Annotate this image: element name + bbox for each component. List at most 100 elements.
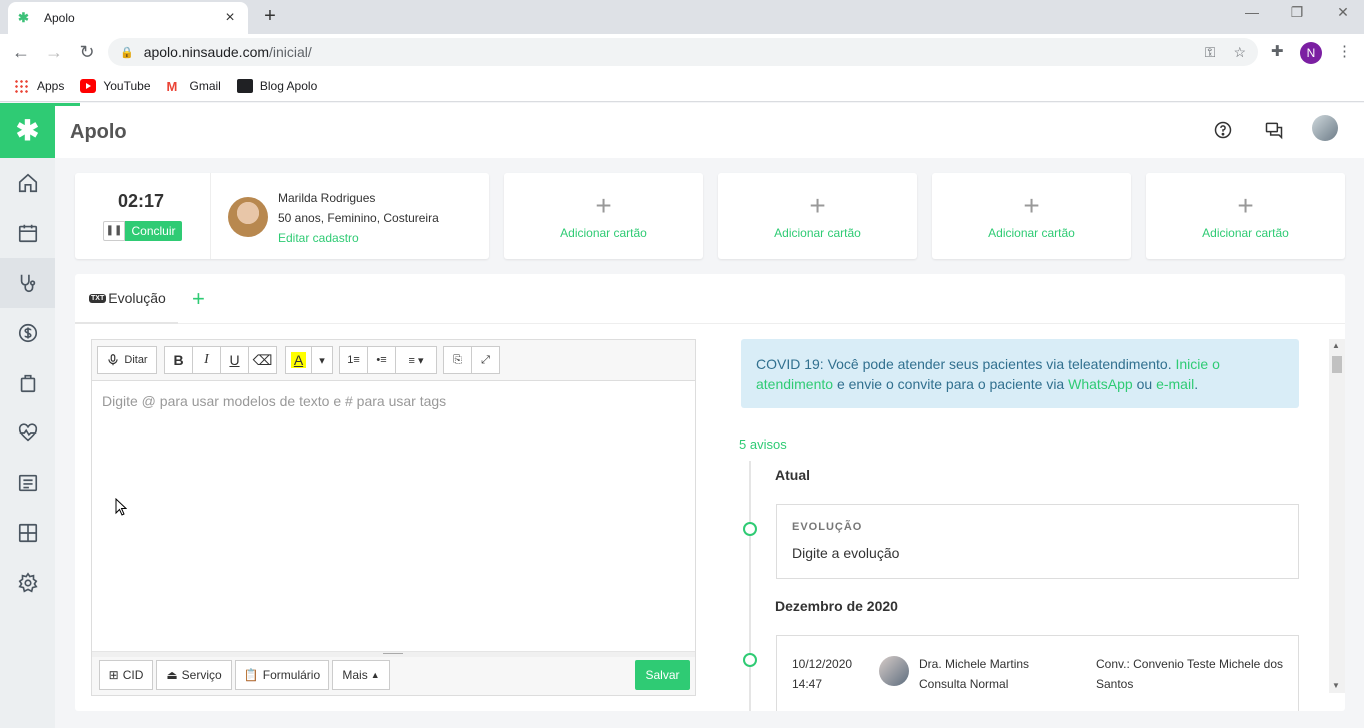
bookmark-apps[interactable]: Apps bbox=[14, 78, 65, 93]
url-host: apolo.ninsaude.com bbox=[143, 44, 270, 60]
scroll-up-icon[interactable]: ▲ bbox=[1332, 341, 1340, 350]
extensions-icon[interactable]: ✚ bbox=[1271, 42, 1284, 60]
gear-icon bbox=[17, 572, 38, 593]
align-button[interactable]: ≡ ▾ bbox=[395, 346, 437, 374]
bookmark-label: Gmail bbox=[189, 78, 221, 93]
browser-tabbar: ✱ Apolo × + — ❐ ✕ bbox=[0, 0, 1364, 34]
menu-icon[interactable]: ⋮ bbox=[1337, 42, 1352, 60]
minimize-icon[interactable]: — bbox=[1238, 4, 1266, 20]
app-title: Apolo bbox=[70, 121, 127, 143]
eraser-button[interactable]: ⌫ bbox=[248, 346, 277, 374]
edit-patient-link[interactable]: Editar cadastro bbox=[278, 231, 359, 245]
bold-button[interactable]: B bbox=[164, 346, 193, 374]
scrollbar[interactable]: ▲ ▼ bbox=[1329, 339, 1345, 693]
scroll-thumb[interactable] bbox=[1332, 356, 1342, 373]
bookmark-label: Apps bbox=[37, 78, 65, 93]
add-card-4[interactable]: + Adicionar cartão bbox=[1146, 173, 1345, 259]
add-card-3[interactable]: + Adicionar cartão bbox=[932, 173, 1131, 259]
close-window-icon[interactable]: ✕ bbox=[1329, 4, 1357, 21]
nav-settings[interactable] bbox=[0, 558, 55, 608]
nav-calendar[interactable] bbox=[0, 208, 55, 258]
form-button[interactable]: 📋 Formulário bbox=[235, 660, 329, 690]
notice-text: COVID 19: Você pode atender seus pacient… bbox=[756, 356, 1172, 372]
ordered-list-button[interactable]: 1≡ bbox=[339, 346, 368, 374]
add-card-1[interactable]: + Adicionar cartão bbox=[504, 173, 703, 259]
app-sidebar: ✱ bbox=[0, 103, 55, 728]
record-time: 14:47 bbox=[792, 677, 823, 691]
microphone-icon bbox=[108, 354, 119, 366]
underline-icon: U bbox=[229, 352, 240, 368]
highlight-icon: A bbox=[290, 352, 307, 368]
service-button[interactable]: ⏏ Serviço bbox=[156, 660, 232, 690]
editor-text-area[interactable]: Digite @ para usar modelos de texto e # … bbox=[92, 381, 695, 651]
nav-attendance[interactable] bbox=[0, 258, 55, 308]
record-date: 10/12/2020 14:47 bbox=[792, 654, 852, 694]
user-avatar[interactable] bbox=[1312, 115, 1338, 141]
back-icon[interactable]: ← bbox=[9, 40, 33, 64]
txt-icon: TXT bbox=[89, 293, 107, 303]
timeline-dot bbox=[743, 653, 757, 667]
timeline-current-heading: Atual bbox=[775, 467, 810, 483]
whatsapp-link[interactable]: WhatsApp bbox=[1068, 376, 1133, 392]
bookmark-label: YouTube bbox=[103, 78, 151, 93]
email-link[interactable]: e-mail bbox=[1156, 376, 1194, 392]
apolo-logo-icon[interactable]: ✱ bbox=[0, 103, 55, 158]
save-button[interactable]: Salvar bbox=[635, 660, 690, 690]
key-icon[interactable]: ⚿ bbox=[1205, 44, 1216, 61]
evolution-label: EVOLUÇÃO bbox=[792, 521, 863, 533]
add-card-2[interactable]: + Adicionar cartão bbox=[718, 173, 917, 259]
nav-stock[interactable] bbox=[0, 358, 55, 408]
evolution-entry-card[interactable]: EVOLUÇÃO Digite a evolução bbox=[776, 504, 1299, 579]
more-button[interactable]: Mais ▲ bbox=[332, 660, 390, 690]
fullscreen-button[interactable]: ⤢ bbox=[471, 346, 500, 374]
nav-dashboard[interactable] bbox=[0, 508, 55, 558]
forward-icon[interactable]: → bbox=[42, 40, 66, 64]
bookmark-blog-apolo[interactable]: Blog Apolo bbox=[236, 78, 317, 93]
underline-button[interactable]: U bbox=[220, 346, 249, 374]
chat-icon[interactable] bbox=[1261, 117, 1287, 143]
add-tab-button[interactable]: + bbox=[192, 286, 205, 312]
record-card[interactable]: 10/12/2020 14:47 Dra. Michele Martins Cons… bbox=[776, 635, 1299, 711]
scroll-down-icon[interactable]: ▼ bbox=[1332, 681, 1340, 690]
patient-info: 50 anos, Feminino, Costureira bbox=[278, 211, 439, 225]
dictate-button[interactable]: Ditar bbox=[97, 346, 157, 374]
pause-button[interactable]: ❚❚ bbox=[103, 221, 125, 241]
new-tab-button[interactable]: + bbox=[258, 4, 282, 28]
template-icon: ⎘ bbox=[453, 353, 462, 366]
nav-finance[interactable] bbox=[0, 308, 55, 358]
evolution-panel: TXT Evolução + Ditar B I U ⌫ A ▾ 1≡ •≡ ≡… bbox=[75, 274, 1345, 711]
ordered-list-icon: 1≡ bbox=[347, 354, 360, 366]
alerts-link[interactable]: 5 avisos bbox=[739, 437, 787, 452]
cid-button[interactable]: ⊞ CID bbox=[99, 660, 153, 690]
record-insurance: Conv.: Convenio Teste Michele dos Santos bbox=[1096, 657, 1283, 691]
profile-avatar[interactable]: N bbox=[1300, 42, 1322, 64]
nav-reports[interactable] bbox=[0, 458, 55, 508]
header-accent bbox=[55, 103, 80, 106]
editor-footer: ⊞ CID ⏏ Serviço 📋 Formulário Mais ▲ Salvar bbox=[92, 657, 695, 695]
close-tab-icon[interactable]: × bbox=[222, 9, 238, 27]
highlight-dropdown[interactable]: ▾ bbox=[311, 346, 333, 374]
notice-text: e envie o convite para o paciente via bbox=[836, 376, 1065, 392]
browser-tab[interactable]: ✱ Apolo × bbox=[8, 2, 248, 34]
gmail-icon: M bbox=[166, 78, 178, 94]
bullet-list-icon: •≡ bbox=[376, 354, 387, 366]
nav-health[interactable] bbox=[0, 408, 55, 458]
tab-evolution[interactable]: TXT Evolução bbox=[89, 290, 166, 306]
tab-underline bbox=[75, 322, 178, 324]
blog-icon bbox=[236, 78, 253, 93]
star-icon[interactable]: ☆ bbox=[1233, 44, 1246, 61]
service-icon: ⏏ bbox=[166, 668, 178, 682]
template-button[interactable]: ⎘ bbox=[443, 346, 472, 374]
restore-icon[interactable]: ❐ bbox=[1283, 4, 1311, 21]
url-bar[interactable]: 🔒 apolo.ninsaude.com/inicial/ ⚿ ☆ bbox=[108, 38, 1258, 66]
bookmark-gmail[interactable]: M Gmail bbox=[166, 78, 221, 94]
italic-button[interactable]: I bbox=[192, 346, 221, 374]
caret-down-icon: ▾ bbox=[319, 354, 325, 367]
bookmark-youtube[interactable]: YouTube bbox=[80, 78, 151, 93]
nav-home[interactable] bbox=[0, 158, 55, 208]
highlight-button[interactable]: A bbox=[285, 346, 312, 374]
reload-icon[interactable]: ↻ bbox=[75, 40, 99, 64]
conclude-button[interactable]: Concluir bbox=[125, 221, 182, 241]
help-icon[interactable] bbox=[1210, 117, 1236, 143]
unordered-list-button[interactable]: •≡ bbox=[367, 346, 396, 374]
